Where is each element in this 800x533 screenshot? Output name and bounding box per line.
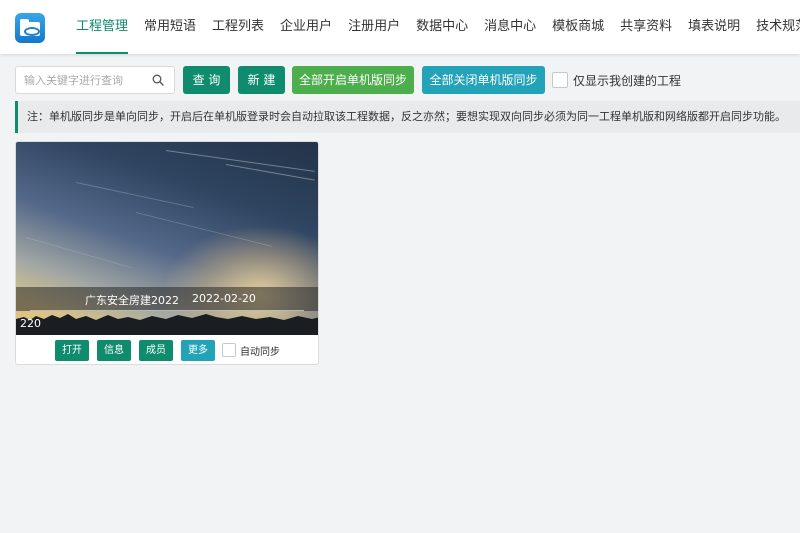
main-nav: 工程管理 常用短语 工程列表 企业用户 注册用户 数据中心 消息中心 模板商城 … — [76, 0, 800, 54]
project-card: 广东安全房建2022 2022-02-20 220 打开 信息 成员 更多 自动… — [15, 141, 319, 365]
nav-item-form-instructions[interactable]: 填表说明 — [688, 0, 740, 54]
project-more-button[interactable]: 更多 — [181, 339, 215, 361]
nav-item-project-management[interactable]: 工程管理 — [76, 0, 129, 54]
app-logo-icon[interactable] — [15, 13, 45, 43]
close-all-sync-button[interactable]: 全部关闭单机版同步 — [422, 66, 545, 94]
nav-item-registered-users[interactable]: 注册用户 — [348, 0, 400, 54]
only-mine-label: 仅显示我创建的工程 — [573, 73, 682, 88]
only-mine-filter[interactable]: 仅显示我创建的工程 — [552, 70, 681, 90]
project-info-button[interactable]: 信息 — [97, 339, 131, 361]
nav-item-template-store[interactable]: 模板商城 — [552, 0, 604, 54]
search-icon[interactable] — [152, 74, 164, 86]
nav-item-project-list[interactable]: 工程列表 — [212, 0, 264, 54]
nav-item-technical-specs[interactable]: 技术规范 — [756, 0, 800, 54]
auto-sync-checkbox[interactable] — [222, 343, 236, 357]
nav-item-shared-materials[interactable]: 共享资料 — [620, 0, 672, 54]
card-actions: 打开 信息 成员 更多 自动同步 — [55, 339, 280, 361]
search-box — [15, 66, 175, 94]
new-project-button[interactable]: 新 建 — [238, 66, 285, 94]
project-date: 2022-02-20 — [192, 292, 256, 305]
search-input[interactable] — [24, 72, 152, 88]
query-button[interactable]: 查 询 — [183, 66, 230, 94]
only-mine-checkbox[interactable] — [552, 72, 568, 88]
nav-item-enterprise-users[interactable]: 企业用户 — [280, 0, 332, 54]
nav-item-common-phrases[interactable]: 常用短语 — [144, 0, 196, 54]
open-project-button[interactable]: 打开 — [55, 339, 89, 361]
open-all-sync-button[interactable]: 全部开启单机版同步 — [292, 66, 414, 94]
nav-item-data-center[interactable]: 数据中心 — [416, 0, 468, 54]
project-count: 220 — [20, 317, 41, 330]
sync-notice: 注：单机版同步是单向同步，开启后在单机版登录时会自动拉取该工程数据，反之亦然；要… — [15, 101, 800, 133]
nav-item-message-center[interactable]: 消息中心 — [484, 0, 536, 54]
top-navbar: 工程管理 常用短语 工程列表 企业用户 注册用户 数据中心 消息中心 模板商城 … — [0, 0, 800, 54]
auto-sync-label: 自动同步 — [240, 346, 280, 358]
project-members-button[interactable]: 成员 — [139, 339, 173, 361]
project-title[interactable]: 广东安全房建2022 — [85, 292, 179, 308]
caption-divider — [30, 310, 304, 311]
